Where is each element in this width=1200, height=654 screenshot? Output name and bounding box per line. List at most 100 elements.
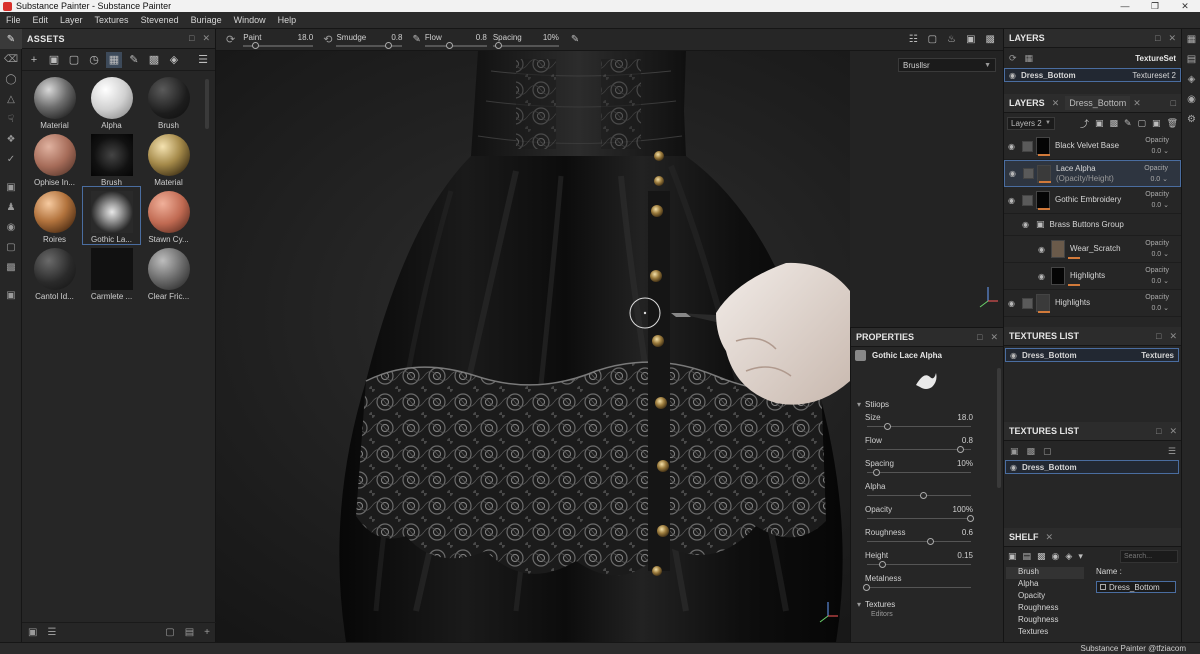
smudge-icon[interactable]: ⟲ <box>323 33 332 46</box>
layer-opacity[interactable]: Opacity 0.0 ⌄ <box>1145 238 1169 260</box>
add-group-icon[interactable]: ▢ <box>1138 118 1147 129</box>
float-panel-icon[interactable]: □ <box>1156 331 1161 342</box>
close-tab-icon[interactable]: ✕ <box>1133 98 1141 109</box>
add-paint-layer-icon[interactable]: ✎ <box>1124 118 1132 129</box>
add-texture-icon[interactable]: ▣ <box>1010 446 1019 457</box>
image-icon[interactable]: ▩ <box>1037 551 1046 562</box>
asset-tile[interactable]: Alpha <box>83 73 140 130</box>
layer-mask-thumb[interactable] <box>1022 140 1033 152</box>
layer-row[interactable]: ◉ Black Velvet Base Opacity 0.0 ⌄ <box>1004 133 1181 160</box>
textures-list-2-row[interactable]: ◉ Dress_Bottom <box>1005 460 1179 474</box>
slider-handle[interactable] <box>495 41 503 49</box>
property-slider-handle[interactable] <box>878 561 886 568</box>
shelf-name-field[interactable]: Dress_Bottom <box>1096 581 1176 593</box>
layer-thumbnail[interactable] <box>1037 164 1051 183</box>
menu-icon[interactable]: ☰ <box>1168 446 1176 457</box>
symmetry-icon[interactable]: ☷ <box>909 34 918 45</box>
property-row[interactable]: Roughness 0.6 <box>851 526 1003 549</box>
property-slider-track[interactable] <box>867 541 971 542</box>
eye-icon[interactable]: ◉ <box>1008 142 1018 151</box>
layer-row[interactable]: ◉ Highlights Opacity 0.0 ⌄ <box>1004 290 1181 317</box>
property-row[interactable]: Opacity 100% <box>851 503 1003 526</box>
list-icon[interactable]: ☰ <box>47 627 56 638</box>
selection-icon[interactable]: ▢ <box>928 34 937 45</box>
pen-icon[interactable]: ✎ <box>412 34 420 45</box>
layer-thumbnail[interactable] <box>1051 267 1065 285</box>
settings-panel-icon[interactable]: ⚙ <box>1182 109 1200 129</box>
layer-row[interactable]: ◉ Highlights Opacity 0.0 ⌄ <box>1004 263 1181 290</box>
asset-tile[interactable]: Brush <box>140 73 197 130</box>
textures-list-row[interactable]: ◉ Dress_Bottom Textures <box>1005 348 1179 362</box>
float-panel-icon[interactable]: □ <box>1156 426 1161 437</box>
flow-option[interactable]: Flow 0.8 <box>424 33 487 49</box>
smart-material-icon[interactable]: ◈ <box>166 52 182 68</box>
window-icon[interactable]: ▤ <box>185 627 194 638</box>
spacing-option[interactable]: Spacing 10% <box>492 33 559 49</box>
folder-icon[interactable]: ▣ <box>1152 118 1161 129</box>
menu-edit[interactable]: Edit <box>27 15 55 25</box>
textures-section-header[interactable]: ▾ Textures <box>851 597 1003 611</box>
asset-tile[interactable]: Clear Fric... <box>140 244 197 301</box>
shelf-list-item[interactable]: Alpha <box>1006 579 1084 591</box>
property-row[interactable]: Metalness <box>851 572 1003 595</box>
eye-icon[interactable]: ◉ <box>1010 351 1017 360</box>
file-icon[interactable]: ▤ <box>1023 551 1032 562</box>
add-effect-icon[interactable]: ⤴ <box>1080 117 1089 130</box>
paint-option[interactable]: Paint 18.0 <box>243 33 314 49</box>
layer-mask-thumb[interactable] <box>1022 194 1033 206</box>
eyedropper-icon[interactable]: ✎ <box>571 34 579 45</box>
shelf-search-input[interactable]: Search... <box>1120 549 1178 563</box>
asset-tile[interactable]: Brush <box>83 130 140 187</box>
image-filter-icon[interactable]: ▩ <box>146 52 162 68</box>
layer-thumbnail[interactable] <box>1036 294 1050 312</box>
minimize-icon[interactable]: — <box>1110 1 1140 12</box>
close-panel-icon[interactable]: ✕ <box>202 33 210 44</box>
list-view-icon[interactable]: ☰ <box>195 52 211 68</box>
smudge-tool-icon[interactable]: ☟ <box>0 109 22 129</box>
paint-slider[interactable] <box>243 41 314 49</box>
viewer-settings-icon[interactable]: ▩ <box>0 257 22 277</box>
slider-handle[interactable] <box>445 41 453 49</box>
maximize-icon[interactable]: ❐ <box>1140 1 1170 12</box>
eye-icon[interactable]: ◉ <box>1008 196 1018 205</box>
asset-tile[interactable]: Ophise In... <box>26 130 83 187</box>
property-row[interactable]: Flow 0.8 <box>851 434 1003 457</box>
asset-tile[interactable]: Gothic La... <box>82 186 141 245</box>
bake-tool-icon[interactable]: ▣ <box>0 177 22 197</box>
add-asset-icon[interactable]: + <box>204 627 210 638</box>
property-slider-handle[interactable] <box>967 515 974 522</box>
eye-icon[interactable]: ◉ <box>1038 245 1048 254</box>
eye-icon[interactable]: ◉ <box>1022 220 1032 229</box>
property-slider-track[interactable] <box>867 495 971 496</box>
layer-opacity[interactable]: Opacity 0.0 ⌄ <box>1145 135 1169 157</box>
screenshot-icon[interactable]: ▩ <box>986 34 995 45</box>
eye-icon[interactable]: ◉ <box>1009 71 1016 80</box>
float-panel-icon[interactable]: □ <box>1171 98 1176 108</box>
clone-tool-icon[interactable]: ❖ <box>0 129 22 149</box>
property-slider-track[interactable] <box>867 587 971 588</box>
property-slider-handle[interactable] <box>920 492 928 499</box>
shelf-panel-icon[interactable]: ◈ <box>1182 69 1200 89</box>
tab-layers[interactable]: LAYERS <box>1009 98 1049 108</box>
resize-icon[interactable]: ▢ <box>165 627 174 638</box>
layer-mask-thumb[interactable] <box>1022 297 1033 309</box>
menu-help[interactable]: Help <box>272 15 303 25</box>
menu-textures[interactable]: Textures <box>89 15 135 25</box>
asset-tile[interactable]: Carmlete ... <box>83 244 140 301</box>
asset-tile[interactable]: Cantol Id... <box>26 244 83 301</box>
shelf-list-item[interactable]: Roughness <box>1006 603 1084 615</box>
asset-tile[interactable]: Roires <box>26 187 83 244</box>
flow-slider[interactable] <box>424 41 487 49</box>
add-mask-icon[interactable]: ▣ <box>1095 118 1104 129</box>
close-tab-icon[interactable]: ✕ <box>1046 532 1054 543</box>
polygon-fill-tool-icon[interactable]: △ <box>0 89 22 109</box>
eye-icon[interactable]: ◉ <box>1008 299 1018 308</box>
property-slider-handle[interactable] <box>927 538 935 545</box>
layer-thumbnail[interactable] <box>1036 191 1050 209</box>
close-panel-icon[interactable]: ✕ <box>1169 426 1177 437</box>
layer-thumbnail[interactable] <box>1051 240 1065 258</box>
projection-tool-icon[interactable]: ◯ <box>0 69 22 89</box>
eraser-tool-icon[interactable]: ⌫ <box>0 49 22 69</box>
close-panel-icon[interactable]: ✕ <box>1168 33 1176 44</box>
layers-panel-icon[interactable]: ▦ <box>1182 29 1200 49</box>
